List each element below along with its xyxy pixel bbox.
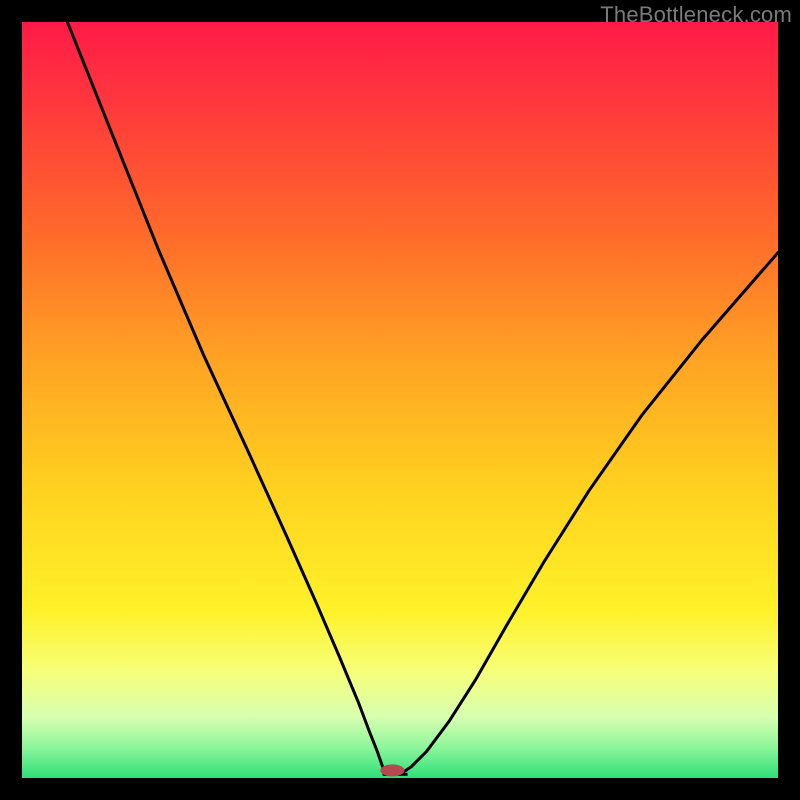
- watermark-text: TheBottleneck.com: [600, 2, 792, 28]
- plot-svg: [22, 22, 778, 778]
- gradient-background: [22, 22, 778, 778]
- figure-root: TheBottleneck.com: [0, 0, 800, 800]
- plot-frame: [22, 22, 778, 778]
- valley-marker: [380, 764, 404, 776]
